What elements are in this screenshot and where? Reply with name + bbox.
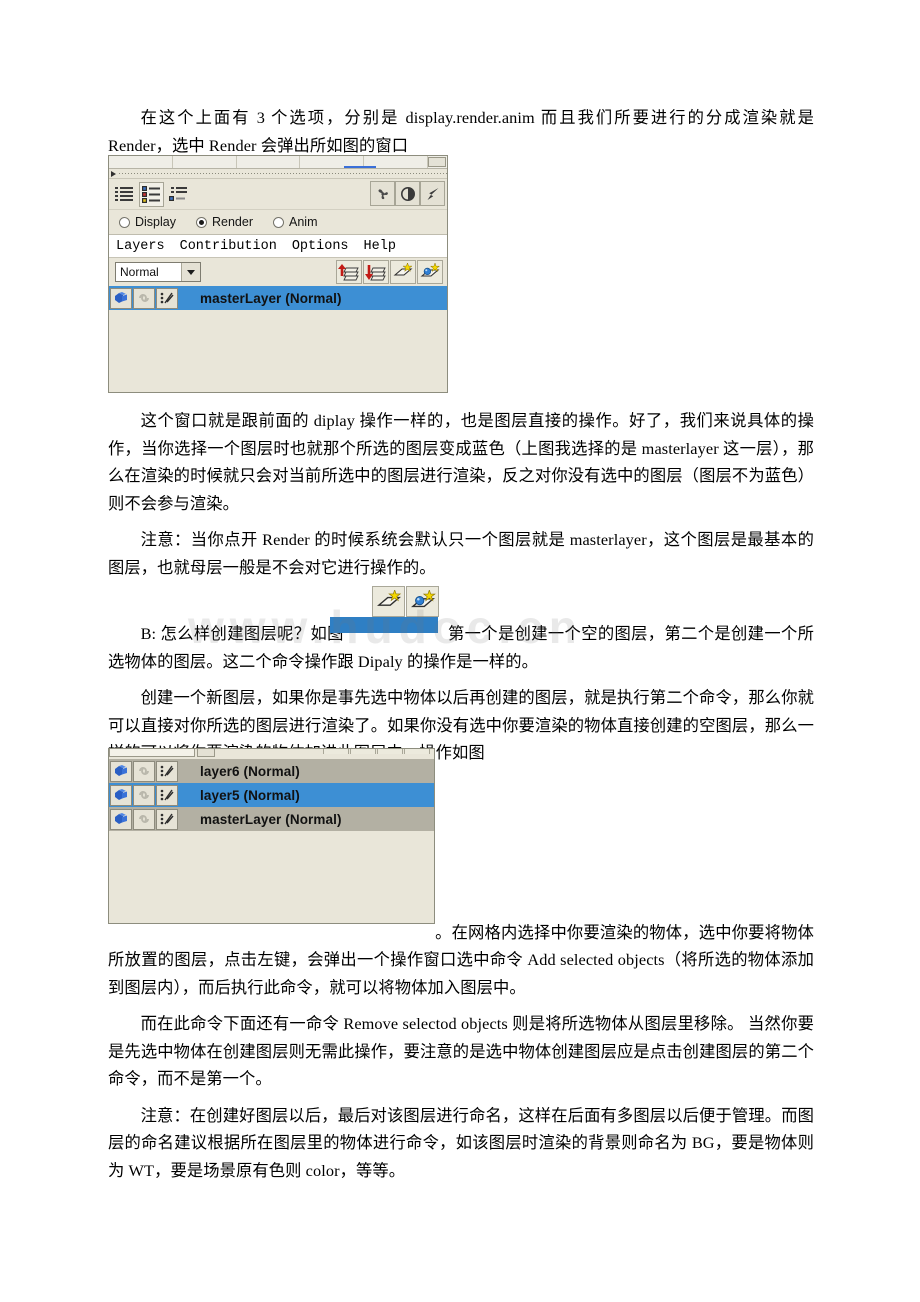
chrome-seg: [109, 156, 173, 168]
menu-item-layers[interactable]: Layers: [116, 239, 165, 254]
table-row[interactable]: layer6 (Normal): [109, 759, 434, 783]
radio-anim[interactable]: Anim: [273, 215, 317, 229]
chevron-down-icon[interactable]: [181, 263, 200, 281]
blend-mode-row: Normal: [109, 258, 447, 286]
paragraph-8: 注意：在创建好图层以后，最后对该图层进行命名，这样在后面有多图层以后便于管理。而…: [108, 1105, 814, 1180]
layer-render-flag-icon[interactable]: [156, 808, 178, 830]
radio-indicator-selected: [196, 216, 207, 228]
radio-display[interactable]: Display: [119, 215, 176, 229]
menu-item-contribution[interactable]: Contribution: [180, 239, 277, 254]
radio-indicator: [273, 216, 284, 228]
detail-view-icon[interactable]: [139, 181, 164, 207]
blend-mode-value: Normal: [120, 265, 159, 279]
layer-link-icon[interactable]: [133, 784, 155, 806]
layer-visibility-icon[interactable]: [110, 287, 132, 309]
move-layer-up-icon[interactable]: [336, 260, 362, 284]
layer-link-icon[interactable]: [133, 287, 155, 309]
layer-visibility-icon[interactable]: [110, 760, 132, 782]
layer-render-flag-icon[interactable]: [156, 287, 178, 309]
move-layer-down-icon[interactable]: [363, 260, 389, 284]
layer-name: layer6 (Normal): [200, 763, 300, 779]
radio-render-label: Render: [212, 215, 253, 229]
paragraph-3: 注意：当你点开 Render 的时候系统会默认只一个图层就是 masterlay…: [108, 530, 814, 577]
radio-anim-label: Anim: [289, 215, 318, 229]
layer-operations-group: [336, 260, 443, 284]
layer-rows: layer6 (Normal) layer5 (Normal) masterLa…: [109, 759, 434, 831]
paragraph-2: 这个窗口就是跟前面的 diplay 操作一样的，也是图层直接的操作。好了，我们来…: [108, 411, 814, 513]
layer-link-icon[interactable]: [133, 760, 155, 782]
layer-render-flag-icon[interactable]: [156, 760, 178, 782]
new-layer-from-selection-icon[interactable]: [404, 749, 430, 754]
paragraph-6: 。在网格内选择中你要渲染的物体，选中你要将物体所放置的图层，点击左键，会弹出一个…: [108, 919, 814, 1002]
layer-list-empty-area: [109, 310, 447, 386]
arrow-pointer-icon[interactable]: [420, 181, 445, 206]
radio-indicator: [119, 216, 130, 228]
layer-visibility-icon[interactable]: [110, 784, 132, 806]
chrome-seg: [173, 156, 237, 168]
new-layer-from-selection-icon[interactable]: [417, 260, 443, 284]
chrome-seg: [237, 156, 301, 168]
table-row[interactable]: masterLayer (Normal): [109, 286, 447, 310]
paragraph-4-before-icon: B: 怎么样创建图层呢？如图: [140, 624, 344, 643]
radio-display-label: Display: [135, 215, 176, 229]
layer-link-icon[interactable]: [133, 808, 155, 830]
blend-mode-select[interactable]: Normal: [115, 262, 201, 282]
panel-2-inline-gap: [108, 927, 435, 941]
layer-visibility-icon[interactable]: [110, 808, 132, 830]
mode-radio-group[interactable]: Display Render Anim: [109, 210, 447, 235]
layer-list-window[interactable]: layer6 (Normal) layer5 (Normal) masterLa…: [108, 748, 435, 924]
list-view-icon[interactable]: [112, 182, 137, 207]
paragraph-7: 而在此命令下面还有一命令 Remove selectod objects 则是将…: [108, 1014, 814, 1088]
layer-editor-menubar[interactable]: Layers Contribution Options Help: [109, 235, 447, 258]
layer-name: layer5 (Normal): [200, 787, 300, 803]
paragraph-1: 在这个上面有 3 个选项，分别是 display.render.anim 而且我…: [108, 108, 814, 155]
window-chrome-strip: [109, 156, 447, 169]
layer-editor-toolbar: [109, 179, 447, 210]
layer-rows: masterLayer (Normal): [109, 286, 447, 310]
move-layer-down-icon[interactable]: [350, 749, 376, 754]
menu-item-help[interactable]: Help: [364, 239, 396, 254]
layer-operations-remnant: [323, 749, 430, 754]
blend-mode-select-remnant[interactable]: [109, 749, 195, 757]
inline-create-layer-icons[interactable]: [372, 586, 440, 618]
move-layer-up-icon[interactable]: [323, 749, 349, 754]
layer-render-flag-icon[interactable]: [156, 784, 178, 806]
drag-dots-icon: [119, 173, 447, 174]
render-settings-icon[interactable]: [370, 181, 395, 206]
layer-name: masterLayer (Normal): [200, 290, 342, 306]
radio-render[interactable]: Render: [196, 215, 253, 229]
table-row[interactable]: masterLayer (Normal): [109, 807, 434, 831]
new-empty-layer-icon[interactable]: [377, 749, 403, 754]
layer-list-empty-area: [109, 831, 434, 923]
layer-name: masterLayer (Normal): [200, 811, 342, 827]
document-page: 在这个上面有 3 个选项，分别是 display.render.anim 而且我…: [0, 0, 920, 1302]
inline-selection-bar: [330, 617, 438, 633]
new-empty-layer-icon[interactable]: [372, 586, 405, 617]
active-tab-indicator: [344, 166, 376, 168]
expand-arrow-icon[interactable]: [111, 170, 116, 177]
new-empty-layer-icon[interactable]: [390, 260, 416, 284]
paragraph-4: B: 怎么样创建图层呢？如图 第一个是创建一个空的图层，第二个是创建一个所选物体的…: [108, 620, 814, 675]
cropped-toolbar-remnant: [109, 749, 434, 759]
table-row[interactable]: layer5 (Normal): [109, 783, 434, 807]
menu-item-options[interactable]: Options: [292, 239, 349, 254]
window-close-button[interactable]: [427, 157, 446, 167]
contrast-icon[interactable]: [395, 181, 420, 206]
chevron-down-icon[interactable]: [197, 749, 215, 757]
compact-view-icon[interactable]: [166, 182, 191, 207]
new-layer-from-selection-icon[interactable]: [406, 586, 439, 617]
panel-drag-strip[interactable]: [109, 169, 447, 179]
layer-editor-window[interactable]: Display Render Anim Layers Contribution …: [108, 155, 448, 393]
